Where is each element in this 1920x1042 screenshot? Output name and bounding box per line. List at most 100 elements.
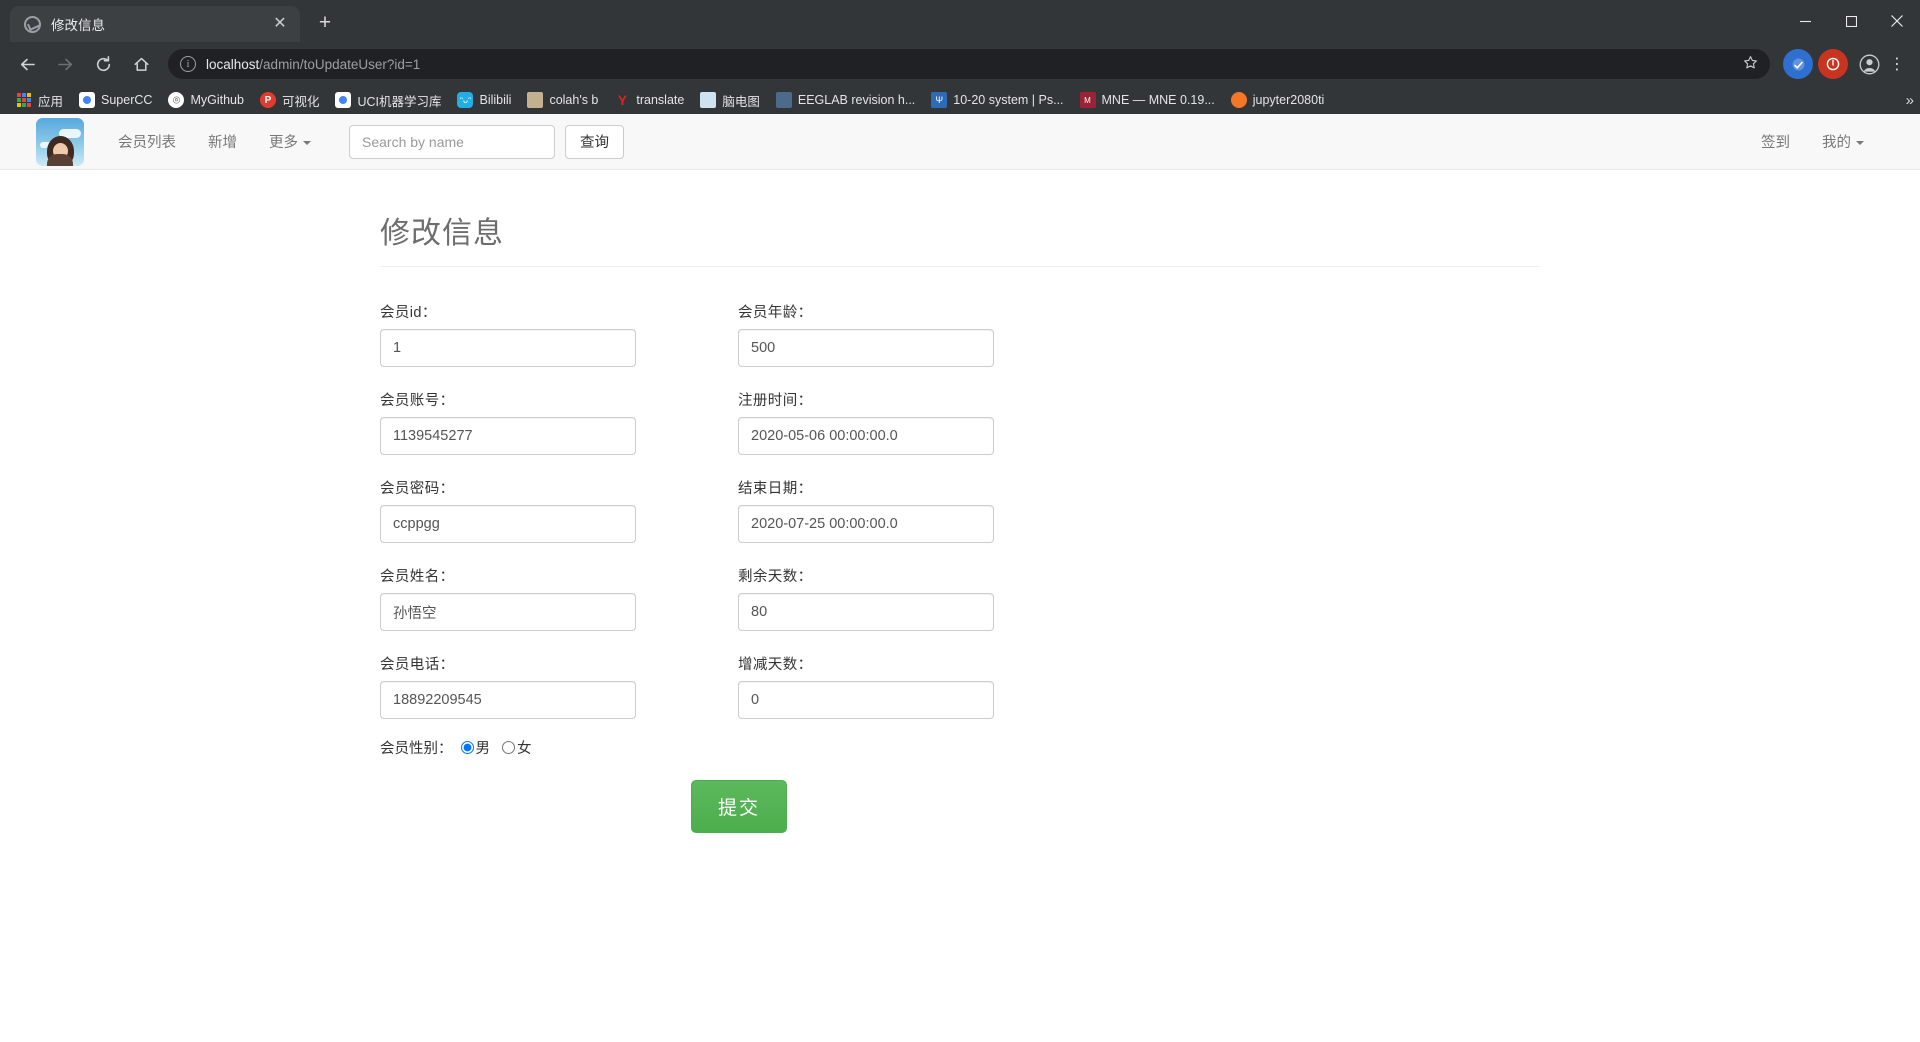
bookmark-item[interactable]: 脑电图 [692, 88, 768, 113]
field-member-gender: 会员性别： 男 女 [380, 737, 738, 758]
minimize-icon[interactable] [1782, 0, 1828, 42]
profile-avatar-icon[interactable] [1854, 49, 1884, 79]
nav-link-label: 会员列表 [118, 135, 176, 151]
nav-link-checkin[interactable]: 签到 [1745, 131, 1806, 152]
bookmark-item[interactable]: M MNE — MNE 0.19... [1072, 89, 1223, 111]
adjust-days-input[interactable] [738, 681, 994, 719]
extension-red-icon[interactable] [1818, 49, 1848, 79]
register-time-input[interactable] [738, 417, 994, 455]
bookmark-item[interactable]: colah's b [519, 89, 606, 111]
search-button[interactable]: 查询 [565, 124, 624, 159]
bookmark-item[interactable]: SuperCC [71, 89, 160, 111]
field-label: 结束日期： [738, 481, 813, 497]
nav-link-label: 新增 [208, 135, 237, 151]
gender-option-female-label: 女 [517, 741, 532, 757]
gender-radio-male[interactable] [460, 741, 474, 754]
update-user-form: 会员id： 会员账号： 会员密码： 会员姓名： 会员电话： [380, 301, 1540, 758]
end-date-input[interactable] [738, 505, 994, 543]
field-end-date: 结束日期： [738, 477, 1096, 543]
tab-strip: 修改信息 ✕ + [0, 0, 1920, 42]
bookmark-label: 脑电图 [722, 94, 760, 109]
page-icon [775, 92, 792, 108]
nav-link-more[interactable]: 更多 [253, 131, 327, 152]
member-password-input[interactable] [380, 505, 636, 543]
field-member-account: 会员账号： [380, 389, 738, 455]
chevron-down-icon [1856, 141, 1864, 146]
field-member-age: 会员年龄： [738, 301, 1096, 367]
site-avatar-logo[interactable] [36, 117, 84, 166]
page-title: 修改信息 [380, 217, 504, 250]
apps-grid-icon [16, 92, 32, 108]
field-label: 注册时间： [738, 393, 813, 409]
nav-link-label: 签到 [1761, 135, 1790, 151]
field-member-name: 会员姓名： [380, 565, 738, 631]
extension-blue-icon[interactable] [1783, 49, 1813, 79]
browser-tab[interactable]: 修改信息 ✕ [10, 6, 300, 42]
search-input[interactable] [349, 124, 555, 159]
bookmark-item[interactable]: Y translate [606, 89, 692, 111]
bookmark-item[interactable]: 应用 [8, 88, 71, 113]
page-icon [527, 92, 544, 108]
jupyter-icon [1230, 92, 1247, 108]
tab-title: 修改信息 [51, 18, 105, 33]
p-icon: P [259, 92, 276, 108]
bookmark-label: MyGithub [190, 93, 244, 107]
browser-chrome: 修改信息 ✕ + i localhost/admin/toUpdateUser?… [0, 0, 1920, 114]
back-arrow-icon[interactable] [10, 47, 44, 81]
bookmark-label: MNE — MNE 0.19... [1101, 93, 1215, 107]
bookmark-item[interactable]: UCI机器学习库 [327, 88, 449, 113]
url-path: /admin/toUpdateUser?id=1 [259, 56, 421, 72]
bookmark-label: SuperCC [101, 93, 153, 107]
bookmarks-overflow-icon[interactable]: » [1906, 92, 1914, 109]
home-icon[interactable] [124, 47, 158, 81]
bookmark-item[interactable]: ⌾ MyGithub [160, 89, 252, 111]
url-text: localhost/admin/toUpdateUser?id=1 [206, 57, 420, 72]
bookmark-label: EEGLAB revision h... [797, 93, 916, 107]
member-id-input[interactable] [380, 329, 636, 367]
nav-link-label: 我的 [1822, 135, 1851, 151]
remaining-days-input[interactable] [738, 593, 994, 631]
bookmark-item[interactable]: jupyter2080ti [1223, 89, 1333, 111]
field-label: 剩余天数： [738, 569, 813, 585]
browser-toolbar: i localhost/admin/toUpdateUser?id=1 ⋮ [0, 42, 1920, 86]
member-age-input[interactable] [738, 329, 994, 367]
bookmark-item[interactable]: ᵔᴗᵔ Bilibili [449, 89, 519, 111]
member-name-input[interactable] [380, 593, 636, 631]
gender-label: 会员性别： [380, 741, 453, 757]
chrome-icon [79, 92, 96, 108]
navbar-right: 签到 我的 [1745, 131, 1880, 152]
gender-radio-female[interactable] [502, 741, 515, 754]
bookmark-label: UCI机器学习库 [357, 94, 442, 109]
field-member-id: 会员id： [380, 301, 738, 367]
nav-link-mine[interactable]: 我的 [1806, 131, 1880, 152]
nav-link-add[interactable]: 新增 [192, 131, 253, 152]
member-account-input[interactable] [380, 417, 636, 455]
bookmark-item[interactable]: P 可视化 [252, 88, 328, 113]
field-member-password: 会员密码： [380, 477, 738, 543]
browser-menu-icon[interactable]: ⋮ [1884, 54, 1910, 74]
chevron-down-icon [303, 141, 311, 146]
member-phone-input[interactable] [380, 681, 636, 719]
field-label: 增减天数： [738, 657, 813, 673]
close-window-icon[interactable] [1874, 0, 1920, 42]
bookmark-star-icon[interactable] [1735, 55, 1758, 74]
bookmark-label: translate [636, 93, 685, 107]
forward-arrow-icon[interactable] [48, 47, 82, 81]
form-column-left: 会员id： 会员账号： 会员密码： 会员姓名： 会员电话： [380, 301, 738, 758]
new-tab-button[interactable]: + [310, 9, 340, 39]
globe-icon [24, 15, 41, 33]
reload-icon[interactable] [86, 47, 120, 81]
bookmark-item[interactable]: EEGLAB revision h... [768, 89, 923, 111]
bookmark-item[interactable]: Ψ 10-20 system | Ps... [923, 89, 1071, 111]
address-bar[interactable]: i localhost/admin/toUpdateUser?id=1 [168, 49, 1770, 79]
close-icon[interactable]: ✕ [268, 12, 292, 36]
maximize-icon[interactable] [1828, 0, 1874, 42]
submit-button[interactable]: 提交 [690, 780, 787, 833]
bookmark-label: jupyter2080ti [1252, 93, 1325, 107]
bookmark-label: 10-20 system | Ps... [953, 93, 1064, 107]
brain-icon [700, 92, 717, 108]
bookmark-label: Bilibili [479, 93, 512, 107]
nav-link-member-list[interactable]: 会员列表 [102, 131, 192, 152]
window-controls [1782, 0, 1920, 42]
site-info-icon[interactable]: i [180, 56, 196, 72]
